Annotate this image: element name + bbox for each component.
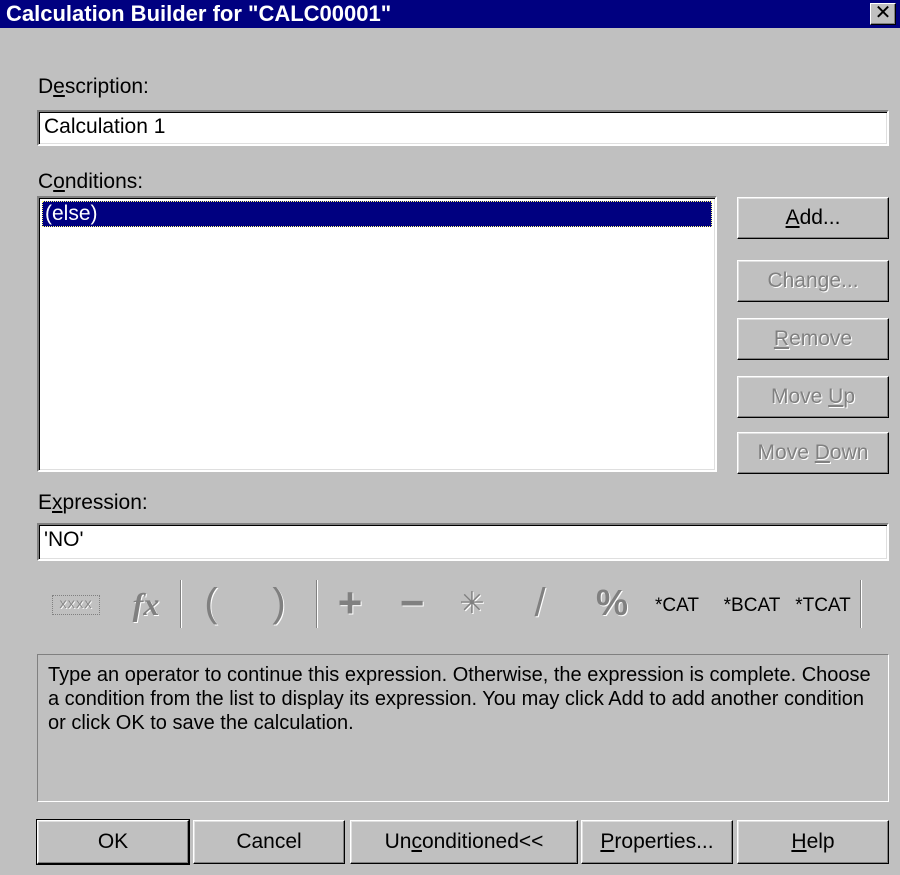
description-field[interactable]: Calculation 1 <box>37 110 889 146</box>
move-down-button-label-rest: own <box>829 441 869 464</box>
conditions-label-text: C <box>38 170 54 193</box>
cat-label: *CAT <box>655 595 699 616</box>
close-paren-button[interactable]: ) <box>264 580 294 626</box>
window-title: Calculation Builder for "CALC00001" <box>6 1 392 26</box>
move-down-button[interactable]: Move Down <box>737 432 889 474</box>
help-text: Type an operator to continue this expres… <box>48 664 871 734</box>
unconditioned-button-label: Un <box>384 830 412 853</box>
toolbar-separator <box>180 580 182 628</box>
expression-value: 'NO' <box>44 528 84 551</box>
description-value: Calculation 1 <box>44 115 166 138</box>
bcat-label: *BCAT <box>723 595 781 616</box>
close-icon: ✕ <box>874 2 892 24</box>
multiply-glyph: ✳ <box>459 587 485 620</box>
expression-field[interactable]: 'NO' <box>37 523 889 561</box>
unconditioned-button-mnemonic: c <box>411 830 422 853</box>
plus-button[interactable]: + <box>330 580 370 626</box>
help-button[interactable]: Help <box>737 820 889 864</box>
function-glyph: fx <box>132 586 160 622</box>
description-label-text: D <box>38 75 54 98</box>
tcat-label: *TCAT <box>795 595 851 616</box>
move-up-button-mnemonic: U <box>828 385 844 408</box>
unconditioned-button-label-rest: onditioned<< <box>421 830 544 853</box>
toolbar-separator <box>860 580 862 628</box>
close-paren-glyph: ) <box>272 581 286 625</box>
ok-button[interactable]: OK <box>36 819 190 865</box>
add-button[interactable]: Add... <box>737 197 889 239</box>
help-text-box: Type an operator to continue this expres… <box>37 654 889 802</box>
cancel-button[interactable]: Cancel <box>193 820 345 864</box>
divide-button[interactable]: / <box>520 580 560 626</box>
change-button-label: Chan <box>767 269 818 292</box>
conditions-label: Conditions: <box>38 170 143 194</box>
divide-glyph: / <box>534 581 546 625</box>
close-button[interactable]: ✕ <box>870 3 896 25</box>
properties-button-label: roperties... <box>614 830 714 853</box>
help-button-label: elp <box>806 830 835 853</box>
add-button-mnemonic: A <box>785 206 800 229</box>
tcat-button[interactable]: *TCAT <box>788 594 858 618</box>
plus-glyph: + <box>337 579 363 626</box>
move-down-button-label: Move <box>757 441 815 464</box>
remove-button[interactable]: Remove <box>737 318 889 360</box>
remove-button-mnemonic: R <box>773 327 790 350</box>
properties-button[interactable]: Properties... <box>581 820 733 864</box>
minus-glyph: − <box>399 579 425 626</box>
description-label-mnemonic: e <box>53 75 65 98</box>
add-button-label-rest: dd... <box>799 206 841 229</box>
expression-label-text: E <box>38 491 53 514</box>
cat-button[interactable]: *CAT <box>643 594 711 618</box>
bcat-button[interactable]: *BCAT <box>716 594 788 618</box>
conditions-label-mnemonic: o <box>53 170 65 193</box>
cancel-button-label: Cancel <box>236 830 302 853</box>
function-icon[interactable]: fx <box>118 586 174 622</box>
expression-label-mnemonic: x <box>52 491 63 514</box>
conditions-label-text-rest: nditions: <box>64 170 144 193</box>
description-label: Description: <box>38 75 149 99</box>
change-button[interactable]: Change... <box>737 260 889 302</box>
expression-label-text-rest: pression: <box>62 491 148 514</box>
unconditioned-button[interactable]: Unconditioned<< <box>350 820 578 864</box>
percent-glyph: % <box>595 582 628 623</box>
open-paren-glyph: ( <box>204 581 218 625</box>
toolbar-separator <box>316 580 318 628</box>
move-down-button-mnemonic: D <box>814 441 830 464</box>
calculation-builder-dialog: Calculation Builder for "CALC00001" ✕ De… <box>0 0 900 875</box>
minus-button[interactable]: − <box>392 580 432 626</box>
field-list-icon[interactable]: XXXX <box>52 595 100 615</box>
expression-label: Expression: <box>38 491 148 515</box>
multiply-button[interactable]: ✳ <box>452 582 492 626</box>
open-paren-button[interactable]: ( <box>196 580 226 626</box>
title-bar[interactable]: Calculation Builder for "CALC00001" ✕ <box>0 0 900 28</box>
properties-button-mnemonic: P <box>600 830 615 853</box>
change-button-mnemonic: g <box>817 269 830 292</box>
field-list-glyph: XXXX <box>59 599 93 611</box>
remove-button-label-rest: emove <box>789 327 853 350</box>
change-button-label-rest: e... <box>829 269 859 292</box>
move-up-button-label-rest: p <box>843 385 856 408</box>
condition-list-item[interactable]: (else) <box>42 201 712 227</box>
ok-button-label: OK <box>97 830 129 853</box>
move-up-button-label: Move <box>770 385 829 408</box>
conditions-list[interactable]: (else) <box>37 196 717 472</box>
help-button-mnemonic: H <box>791 830 807 853</box>
move-up-button[interactable]: Move Up <box>737 376 889 418</box>
percent-button[interactable]: % <box>590 580 634 626</box>
description-label-text-rest: scription: <box>64 75 149 98</box>
